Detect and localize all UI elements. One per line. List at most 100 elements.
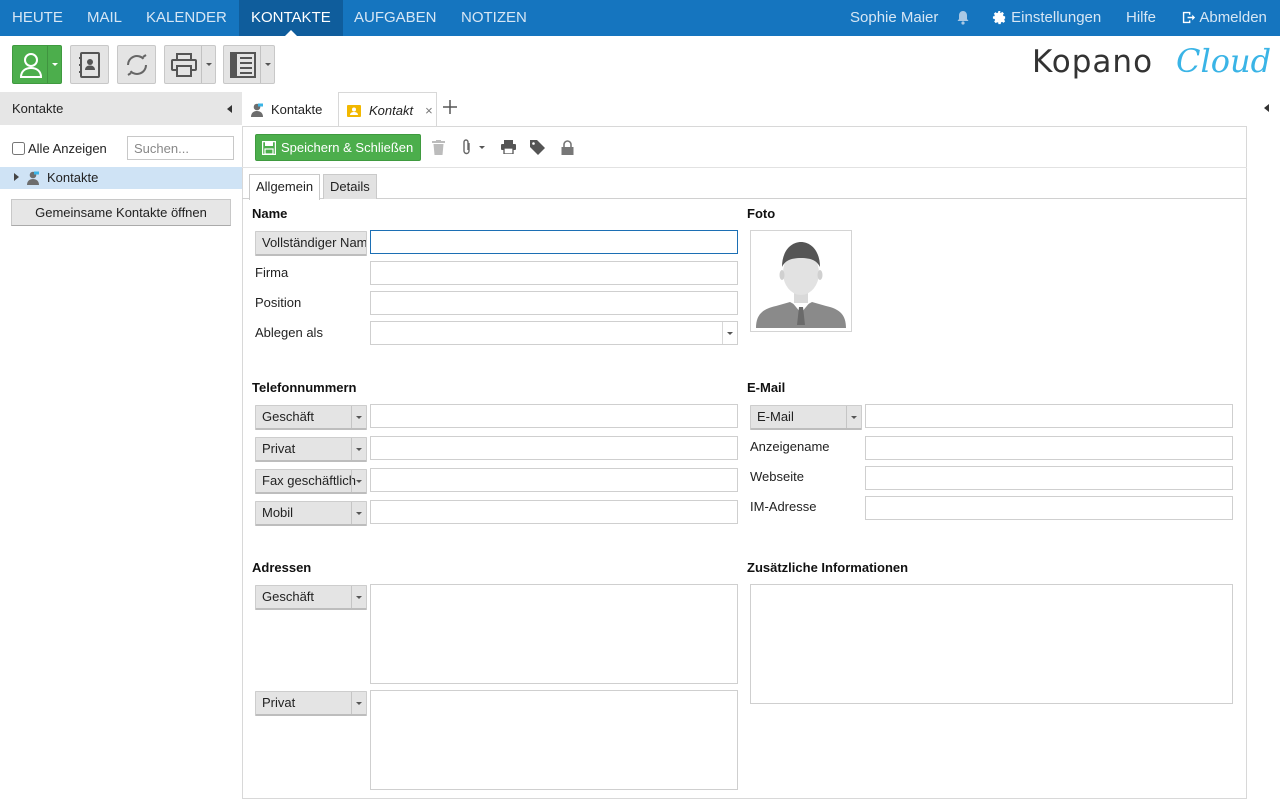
subtab-details[interactable]: Details <box>323 174 377 199</box>
tab-contacts-label: Kontakte <box>271 101 323 117</box>
tab-contact[interactable]: Kontakt × <box>338 92 437 128</box>
display-name-field[interactable] <box>865 436 1233 460</box>
file-as-label: Ablegen als <box>255 325 323 340</box>
address-private-field[interactable] <box>370 690 738 790</box>
user-name[interactable]: Sophie Maier <box>850 0 938 36</box>
print-dropdown[interactable] <box>201 46 215 83</box>
open-shared-contacts-button[interactable]: Gemeinsame Kontakte öffnen <box>11 199 231 226</box>
view-layout-dropdown[interactable] <box>260 46 274 83</box>
logo-accent-text: Cloud <box>1176 42 1272 80</box>
show-all-checkbox-row[interactable]: Alle Anzeigen <box>12 141 107 156</box>
contacts-folder-icon <box>27 171 39 185</box>
position-label: Position <box>255 295 302 310</box>
collapse-right-panel-icon[interactable] <box>1264 104 1269 112</box>
phone-type-private[interactable]: Privat <box>255 437 367 462</box>
address-type-business-label: Geschäft <box>262 589 315 604</box>
top-navigation: HEUTE MAIL KALENDER KONTAKTE AUFGABEN NO… <box>0 0 1280 36</box>
print-contact-icon[interactable] <box>499 138 517 156</box>
website-field[interactable] <box>865 466 1233 490</box>
subtab-allgemein[interactable]: Allgemein <box>249 174 321 200</box>
nav-item-heute[interactable]: HEUTE <box>0 0 75 36</box>
chevron-down-icon <box>846 406 861 428</box>
help-link[interactable]: Hilfe <box>1126 0 1156 36</box>
tab-contacts[interactable]: Kontakte <box>246 92 326 126</box>
nav-item-kontakte[interactable]: KONTAKTE <box>239 0 343 36</box>
tree-expand-icon[interactable] <box>14 173 19 181</box>
logout-label: Abmelden <box>1199 9 1267 26</box>
company-label: Firma <box>255 265 289 280</box>
address-book-button[interactable] <box>70 45 109 84</box>
email-type-dropdown[interactable]: E-Mail <box>750 405 862 430</box>
address-business-field[interactable] <box>370 584 738 684</box>
settings-link[interactable]: Einstellungen <box>992 0 1101 36</box>
website-label: Webseite <box>750 469 804 484</box>
avatar-placeholder-icon <box>756 242 846 328</box>
attachment-dropdown-icon[interactable] <box>477 138 487 156</box>
new-contact-icon <box>19 52 42 78</box>
additional-info-field[interactable] <box>750 584 1233 704</box>
phone-section-title: Telefonnummern <box>252 380 357 395</box>
nav-item-kalender[interactable]: KALENDER <box>134 0 239 36</box>
photo-section-title: Foto <box>747 206 776 221</box>
phone-mobile-field[interactable] <box>370 500 738 524</box>
add-tab-icon[interactable] <box>443 99 457 117</box>
left-panel-header: Kontakte <box>0 92 242 125</box>
address-section-title: Adressen <box>252 560 312 575</box>
display-name-label: Anzeigename <box>750 439 830 454</box>
address-type-business[interactable]: Geschäft <box>255 585 367 610</box>
gear-icon <box>992 10 1006 25</box>
address-type-private[interactable]: Privat <box>255 691 367 716</box>
full-name-button[interactable]: Vollständiger Name <box>255 231 367 256</box>
attachment-icon[interactable] <box>458 138 476 156</box>
address-book-icon <box>78 51 100 78</box>
show-all-checkbox[interactable] <box>12 142 25 155</box>
save-icon <box>262 140 276 155</box>
tree-item-label: Kontakte <box>47 170 99 185</box>
phone-fax-field[interactable] <box>370 468 738 492</box>
refresh-button[interactable] <box>117 45 156 84</box>
view-layout-icon <box>229 51 256 78</box>
phone-type-fax[interactable]: Fax geschäftlich <box>255 469 367 494</box>
name-section-title: Name <box>252 206 288 221</box>
trash-icon[interactable] <box>429 138 447 156</box>
show-all-label: Alle Anzeigen <box>28 141 107 156</box>
bell-icon[interactable] <box>956 0 970 36</box>
phone-type-mobile[interactable]: Mobil <box>255 501 367 526</box>
print-button[interactable] <box>164 45 216 84</box>
phone-type-business-label: Geschäft <box>262 409 315 424</box>
new-contact-button[interactable] <box>12 45 62 84</box>
refresh-icon <box>126 53 147 76</box>
contact-card-icon <box>347 104 361 117</box>
tab-close-icon[interactable]: × <box>425 103 433 118</box>
search-input[interactable] <box>127 136 234 160</box>
nav-item-notizen[interactable]: NOTIZEN <box>449 0 539 36</box>
phone-private-field[interactable] <box>370 436 738 460</box>
file-as-dropdown-icon[interactable] <box>722 322 737 344</box>
chevron-down-icon <box>351 406 366 428</box>
chevron-down-icon <box>351 586 366 608</box>
tag-icon[interactable] <box>528 138 546 156</box>
full-name-field[interactable] <box>370 230 738 254</box>
contact-photo[interactable] <box>750 230 852 332</box>
phone-type-mobile-label: Mobil <box>262 505 294 520</box>
position-field[interactable] <box>370 291 738 315</box>
left-panel-title: Kontakte <box>12 101 64 116</box>
chevron-down-icon <box>351 692 366 714</box>
nav-item-mail[interactable]: MAIL <box>75 0 134 36</box>
email-field[interactable] <box>865 404 1233 428</box>
logout-link[interactable]: Abmelden <box>1181 0 1267 36</box>
save-and-close-button[interactable]: Speichern & Schließen <box>255 134 422 161</box>
phone-business-field[interactable] <box>370 404 738 428</box>
collapse-left-panel-icon[interactable] <box>227 105 232 113</box>
nav-item-aufgaben[interactable]: AUFGABEN <box>342 0 449 36</box>
im-address-field[interactable] <box>865 496 1233 520</box>
file-as-combo[interactable] <box>370 321 738 345</box>
tree-item-contacts[interactable]: Kontakte <box>0 167 242 189</box>
company-field[interactable] <box>370 261 738 285</box>
phone-type-business[interactable]: Geschäft <box>255 405 367 430</box>
new-contact-dropdown[interactable] <box>47 46 61 83</box>
lock-icon[interactable] <box>558 138 576 156</box>
view-layout-button[interactable] <box>223 45 275 84</box>
save-and-close-label: Speichern & Schließen <box>281 140 414 155</box>
address-type-private-label: Privat <box>262 695 296 710</box>
